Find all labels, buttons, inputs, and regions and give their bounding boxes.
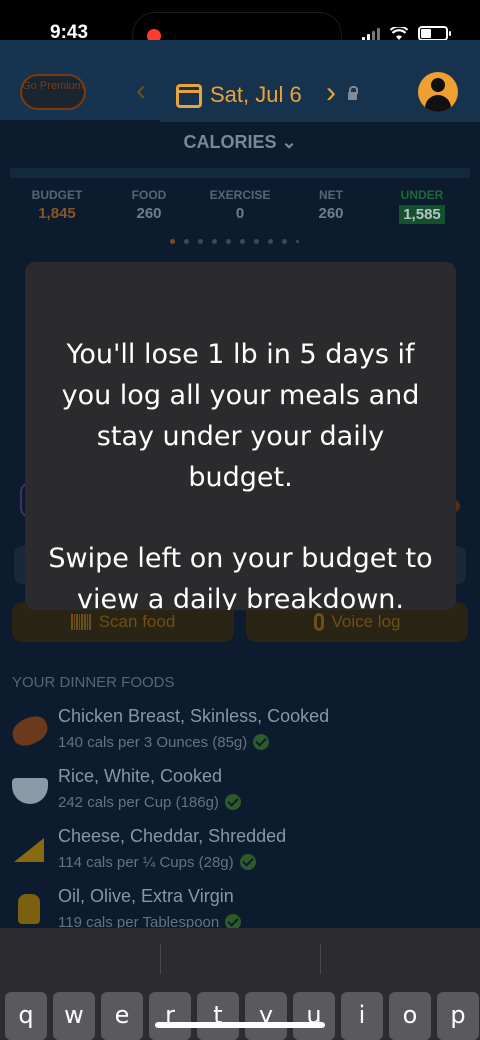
go-premium-button[interactable]: Go Premium	[20, 74, 86, 110]
stat-net: NET 260	[286, 188, 376, 222]
battery-icon	[418, 26, 451, 41]
verified-check-icon	[224, 794, 241, 810]
tip-overlay-card[interactable]: You'll lose 1 lb in 5 days if you log al…	[25, 262, 456, 610]
key-q[interactable]: q	[5, 992, 47, 1040]
key-p[interactable]: p	[437, 992, 479, 1040]
food-name: Cheese, Cheddar, Shredded	[58, 826, 287, 846]
voice-log-label: Voice log	[331, 612, 401, 631]
barcode-icon	[70, 614, 91, 630]
calendar-icon	[176, 84, 202, 108]
cheese-icon	[14, 838, 44, 862]
key-y[interactable]: y	[245, 992, 287, 1040]
key-i[interactable]: i	[341, 992, 383, 1040]
stat-value: 0	[235, 205, 245, 222]
stat-label: EXERCISE	[209, 188, 271, 202]
food-item[interactable]: Cheese, Cheddar, Shredded 114 cals per ¼…	[0, 826, 480, 886]
rice-bowl-icon	[12, 778, 48, 804]
calorie-progress-bar	[10, 168, 470, 178]
calories-dropdown[interactable]: CALORIES ⌄	[0, 132, 480, 153]
next-day-button[interactable]: ›	[326, 78, 336, 108]
food-name: Oil, Olive, Extra Virgin	[58, 886, 234, 906]
chicken-icon	[8, 712, 52, 750]
key-e[interactable]: e	[101, 992, 143, 1040]
page-indicator	[170, 239, 299, 244]
suggestion-divider	[160, 944, 161, 974]
food-name: Rice, White, Cooked	[58, 766, 223, 786]
status-icons	[362, 26, 451, 41]
stat-value: 1,845	[38, 205, 76, 222]
stat-food: FOOD 260	[104, 188, 194, 222]
key-t[interactable]: t	[197, 992, 239, 1040]
key-w[interactable]: w	[53, 992, 95, 1040]
cellular-signal-icon	[362, 27, 380, 41]
stat-under: UNDER 1,585	[377, 188, 467, 224]
stat-label: FOOD	[131, 188, 167, 202]
microphone-icon	[313, 613, 324, 631]
stat-label: BUDGET	[31, 188, 83, 202]
stat-value: 260	[136, 205, 162, 222]
verified-check-icon	[239, 854, 256, 870]
previous-day-button[interactable]: ‹	[136, 76, 146, 106]
stat-budget: BUDGET 1,845	[12, 188, 102, 222]
home-indicator[interactable]	[155, 1022, 325, 1028]
app-header: Go Premium ‹ Sat, Jul 6 ›	[0, 40, 480, 122]
verified-check-icon	[253, 734, 270, 750]
tip-swipe-text: Swipe left on your budget to view a dail…	[48, 543, 433, 610]
food-item[interactable]: Rice, White, Cooked 242 cals per Cup (18…	[0, 766, 480, 826]
keyboard-row: q w e r t y u i o p	[5, 992, 479, 1040]
lock-icon	[348, 86, 358, 100]
food-calories: 114 cals per ¼ Cups (28g)	[58, 854, 256, 871]
tip-weight-loss-text: You'll lose 1 lb in 5 days if you log al…	[61, 339, 420, 493]
suggestion-divider	[320, 944, 321, 974]
wifi-icon	[390, 26, 408, 40]
stat-label: UNDER	[400, 188, 444, 202]
stat-exercise: EXERCISE 0	[195, 188, 285, 222]
stat-value: 260	[318, 205, 344, 222]
scan-food-label: Scan food	[98, 612, 176, 631]
food-calories: 140 cals per 3 Ounces (85g)	[58, 734, 270, 751]
food-name: Chicken Breast, Skinless, Cooked	[58, 706, 330, 726]
food-item[interactable]: Chicken Breast, Skinless, Cooked 140 cal…	[0, 706, 480, 766]
stat-label: NET	[319, 188, 343, 202]
profile-avatar-icon[interactable]	[418, 72, 458, 112]
oil-bottle-icon	[18, 894, 40, 924]
key-o[interactable]: o	[389, 992, 431, 1040]
key-u[interactable]: u	[293, 992, 335, 1040]
stat-value: 1,585	[399, 205, 445, 224]
food-calories: 242 cals per Cup (186g)	[58, 794, 241, 811]
dinner-foods-header: YOUR DINNER FOODS	[12, 674, 175, 691]
current-date: Sat, Jul 6	[210, 82, 302, 107]
key-r[interactable]: r	[149, 992, 191, 1040]
